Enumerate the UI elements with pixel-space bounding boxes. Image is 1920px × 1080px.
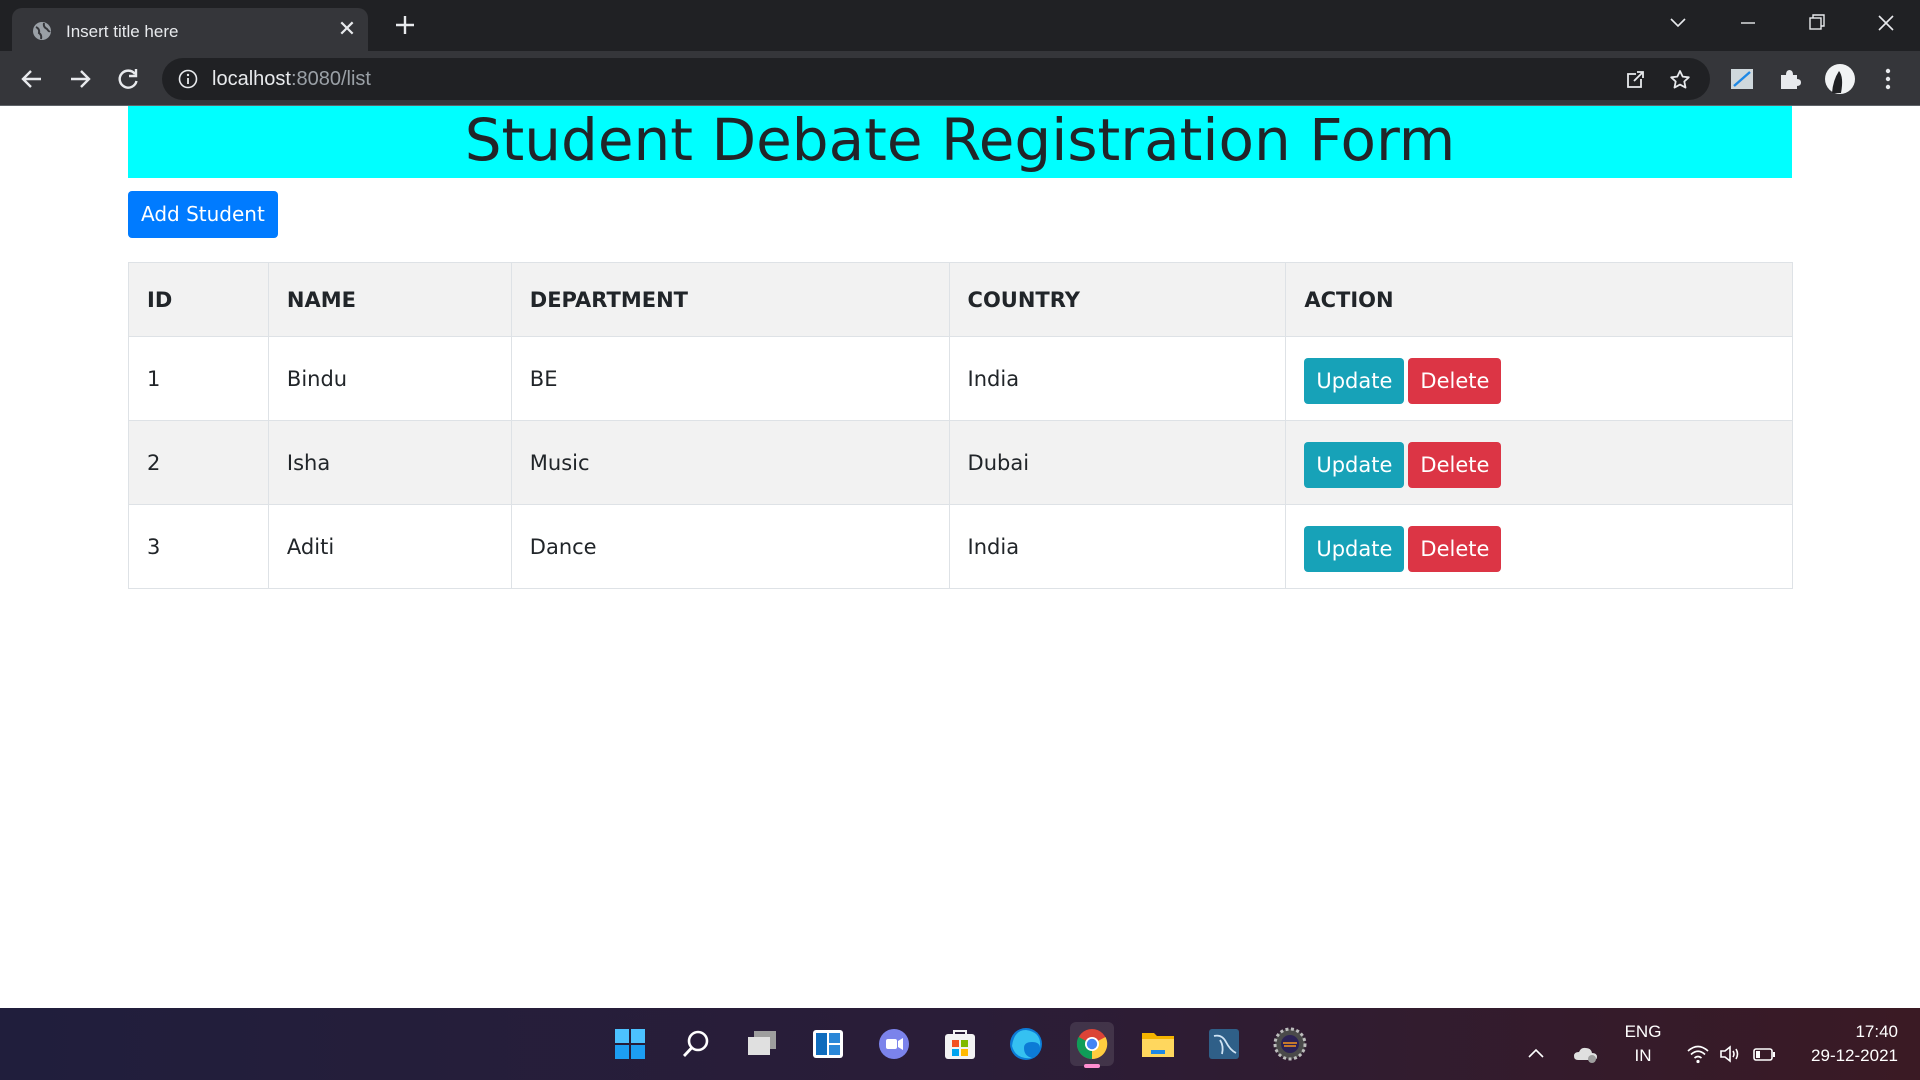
edge-icon <box>1010 1028 1042 1060</box>
header-banner: Student Debate Registration Form <box>128 106 1792 178</box>
tab-search-chevron-icon[interactable] <box>1660 8 1696 38</box>
url-text: localhost:8080/list <box>212 68 371 91</box>
url-path: :8080/list <box>290 68 371 90</box>
extension-app-icon[interactable] <box>1728 65 1756 93</box>
clock-time[interactable]: 17:40 <box>1788 1022 1898 1042</box>
start-button[interactable] <box>608 1022 652 1066</box>
file-explorer-button[interactable] <box>1136 1022 1180 1066</box>
minimize-icon[interactable] <box>1730 8 1766 38</box>
cell-department: Dance <box>510 504 950 589</box>
search-icon <box>682 1030 709 1057</box>
cell-country: Dubai <box>948 420 1287 505</box>
menu-kebab-icon[interactable] <box>1874 65 1902 93</box>
chrome-button[interactable] <box>1070 1022 1114 1068</box>
task-view-button[interactable] <box>740 1022 784 1066</box>
new-tab-icon[interactable] <box>390 10 420 40</box>
back-icon[interactable] <box>18 65 46 93</box>
eclipse-ide-button[interactable] <box>1268 1022 1312 1066</box>
file-explorer-icon <box>1142 1033 1174 1057</box>
onedrive-cloud-icon[interactable] <box>1572 1042 1600 1066</box>
cell-country: India <box>948 336 1287 421</box>
site-info-icon[interactable] <box>178 69 198 89</box>
mysql-workbench-icon <box>1209 1029 1239 1059</box>
column-header-action: ACTION <box>1285 262 1793 337</box>
table-row: 3 Aditi Dance India Update Delete <box>128 504 1793 589</box>
delete-button[interactable]: Delete <box>1408 525 1502 572</box>
update-button[interactable]: Update <box>1304 357 1405 404</box>
teams-chat-icon <box>879 1029 909 1059</box>
profile-avatar-icon[interactable] <box>1824 63 1856 95</box>
share-icon[interactable] <box>1622 68 1646 92</box>
active-app-indicator <box>1084 1064 1100 1068</box>
taskbar-search-button[interactable] <box>674 1022 718 1066</box>
cell-action: Update Delete <box>1285 420 1793 505</box>
show-hidden-icons-chevron-icon[interactable] <box>1524 1042 1548 1066</box>
wifi-icon[interactable] <box>1686 1042 1710 1066</box>
close-window-icon[interactable] <box>1868 8 1904 38</box>
column-header-name: NAME <box>267 262 512 337</box>
cell-action: Update Delete <box>1285 504 1793 589</box>
page-title: Student Debate Registration Form <box>464 106 1456 174</box>
reload-icon[interactable] <box>114 65 142 93</box>
url-host: localhost <box>212 68 291 90</box>
cell-department: BE <box>510 336 950 421</box>
delete-button[interactable]: Delete <box>1408 357 1502 404</box>
add-student-button[interactable]: Add Student <box>128 191 278 238</box>
battery-icon[interactable] <box>1752 1042 1776 1066</box>
students-table: ID NAME DEPARTMENT COUNTRY ACTION 1 Bind… <box>128 262 1793 589</box>
column-header-id: ID <box>128 262 269 337</box>
input-language-bottom[interactable]: IN <box>1622 1046 1664 1066</box>
cell-country: India <box>948 504 1287 589</box>
edge-button[interactable] <box>1004 1022 1048 1066</box>
browser-tab[interactable]: Insert title here ✕ <box>12 8 368 51</box>
browser-toolbar: localhost:8080/list <box>0 51 1920 106</box>
browser-tab-strip: Insert title here ✕ <box>0 0 1920 51</box>
table-header-row: ID NAME DEPARTMENT COUNTRY ACTION <box>128 262 1793 337</box>
tab-title: Insert title here <box>66 22 179 41</box>
restore-icon[interactable] <box>1798 8 1834 38</box>
bookmark-star-icon[interactable] <box>1668 68 1692 92</box>
cell-name: Isha <box>267 420 512 505</box>
microsoft-store-button[interactable] <box>938 1022 982 1066</box>
extensions-puzzle-icon[interactable] <box>1776 65 1804 93</box>
cell-department: Music <box>510 420 950 505</box>
teams-chat-button[interactable] <box>872 1022 916 1066</box>
eclipse-ide-icon <box>1273 1027 1307 1061</box>
globe-icon <box>33 22 51 40</box>
chrome-icon <box>1076 1029 1108 1060</box>
delete-button[interactable]: Delete <box>1408 441 1502 488</box>
column-header-country: COUNTRY <box>948 262 1287 337</box>
mysql-workbench-button[interactable] <box>1202 1022 1246 1066</box>
windows-taskbar: ENG IN 17:40 29-12-2021 <box>0 1008 1920 1080</box>
address-bar[interactable]: localhost:8080/list <box>162 58 1710 100</box>
widgets-icon <box>813 1030 843 1058</box>
start-icon <box>615 1029 645 1059</box>
cell-name: Aditi <box>267 504 512 589</box>
table-row: 2 Isha Music Dubai Update Delete <box>128 420 1793 505</box>
cell-name: Bindu <box>267 336 512 421</box>
table-row: 1 Bindu BE India Update Delete <box>128 336 1793 421</box>
column-header-department: DEPARTMENT <box>510 262 950 337</box>
widgets-button[interactable] <box>806 1022 850 1066</box>
update-button[interactable]: Update <box>1304 441 1405 488</box>
page-content: Student Debate Registration Form Add Stu… <box>0 106 1920 1008</box>
cell-id: 3 <box>128 504 269 589</box>
cell-id: 1 <box>128 336 269 421</box>
cell-id: 2 <box>128 420 269 505</box>
task-view-icon <box>748 1031 776 1055</box>
volume-icon[interactable] <box>1718 1042 1742 1066</box>
cell-action: Update Delete <box>1285 336 1793 421</box>
close-tab-icon[interactable]: ✕ <box>334 16 360 42</box>
update-button[interactable]: Update <box>1304 525 1405 572</box>
microsoft-store-icon <box>945 1030 975 1059</box>
forward-icon[interactable] <box>66 65 94 93</box>
input-language-top[interactable]: ENG <box>1622 1022 1664 1042</box>
clock-date[interactable]: 29-12-2021 <box>1788 1046 1898 1066</box>
